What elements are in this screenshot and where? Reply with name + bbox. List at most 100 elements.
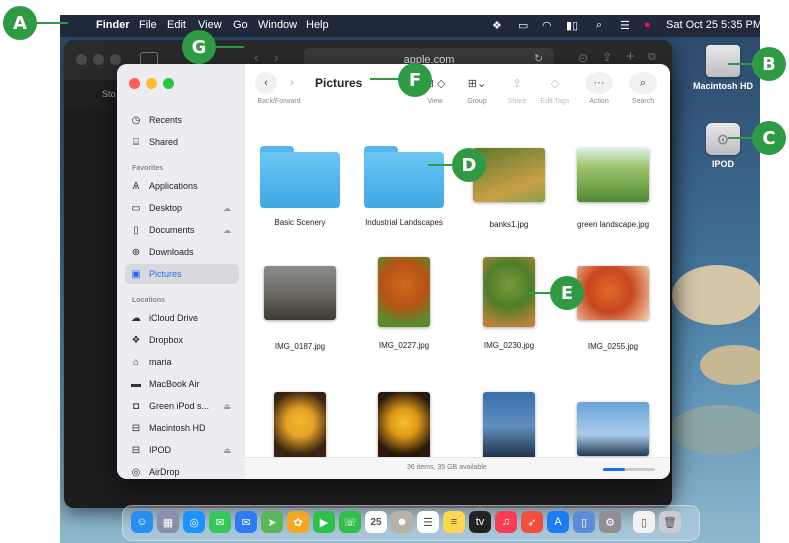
- menu-window[interactable]: Window: [258, 19, 297, 31]
- drive-icon: ⊟: [131, 444, 141, 456]
- file-item-pumpkin-1[interactable]: [354, 392, 454, 460]
- sidebar-item-recents[interactable]: ◷ Recents: [125, 110, 239, 130]
- rocket-icon[interactable]: ➶: [521, 511, 543, 533]
- system-settings-icon[interactable]: ⚙: [599, 511, 621, 533]
- icon-size-slider[interactable]: [603, 468, 655, 471]
- file-item-pumpkin-0[interactable]: [250, 392, 350, 460]
- edit-tags-button[interactable]: ◇: [541, 72, 569, 94]
- preview-icon[interactable]: ▯: [573, 511, 595, 533]
- documents-icon[interactable]: ▯: [633, 511, 655, 533]
- close-button[interactable]: [76, 54, 87, 65]
- app-store-icon[interactable]: A: [547, 511, 569, 533]
- sidebar-item-shared[interactable]: ⌸ Shared: [125, 132, 239, 152]
- new-tab-icon[interactable]: +: [626, 48, 635, 65]
- file-item-img-0255[interactable]: IMG_0255.jpg: [563, 266, 663, 351]
- spotlight-search-icon[interactable]: ⌕: [596, 19, 602, 32]
- finder-window[interactable]: ◷ Recents ⌸ Shared Favorites Ѧ Applications…: [117, 64, 670, 479]
- menu-help[interactable]: Help: [306, 19, 329, 31]
- eject-icon[interactable]: ⏏: [223, 446, 231, 455]
- control-center-icon[interactable]: ☰: [620, 19, 630, 32]
- sidebar-item-label: AirDrop: [149, 467, 180, 477]
- sidebar-item-icloud-drive[interactable]: ☁ iCloud Drive: [125, 308, 239, 328]
- sidebar-item-airdrop[interactable]: ◎ AirDrop: [125, 462, 239, 479]
- file-item-trees-dusk[interactable]: [459, 392, 559, 460]
- file-item-trees-sky[interactable]: [563, 402, 663, 456]
- file-item-img-0230[interactable]: IMG_0230.jpg: [459, 257, 559, 350]
- menu-edit[interactable]: Edit: [167, 19, 186, 31]
- desktop-icon-macintosh-hd[interactable]: Macintosh HD: [688, 45, 758, 91]
- file-item-img-0187[interactable]: IMG_0187.jpg: [250, 266, 350, 351]
- close-button[interactable]: [129, 78, 140, 89]
- finder-sidebar: ◷ Recents ⌸ Shared Favorites Ѧ Applications…: [117, 64, 246, 479]
- back-button[interactable]: ‹: [255, 72, 277, 94]
- sidebar-item-macintosh-hd[interactable]: ⊟ Macintosh HD: [125, 418, 239, 438]
- contacts-icon[interactable]: ☻: [391, 511, 413, 533]
- tab-overview-icon[interactable]: ⧉: [648, 51, 656, 64]
- sidebar-item-macbook-air[interactable]: ▬ MacBook Air: [125, 374, 239, 394]
- photos-icon[interactable]: ✿: [287, 511, 309, 533]
- sidebar-item-ipod[interactable]: ⊟ IPOD ⏏: [125, 440, 239, 460]
- mail-icon[interactable]: ✉: [235, 511, 257, 533]
- menubar-clock[interactable]: Sat Oct 25 5:35 PM: [666, 19, 760, 31]
- status-text: 36 items, 35 GB available: [407, 464, 487, 471]
- menu-go[interactable]: Go: [233, 19, 248, 31]
- wifi-icon[interactable]: ◠: [542, 19, 552, 32]
- download-icon[interactable]: ⊙: [578, 51, 588, 65]
- dropbox-status-icon[interactable]: ❖: [492, 19, 502, 32]
- launchpad-icon[interactable]: ▦: [157, 511, 179, 533]
- app-menu[interactable]: Finder: [96, 19, 130, 31]
- document-icon: ▯: [133, 224, 139, 236]
- sidebar-item-label: Documents: [149, 225, 195, 235]
- safari-back-icon[interactable]: ‹: [254, 49, 259, 65]
- file-item-img-0227[interactable]: IMG_0227.jpg: [354, 257, 454, 350]
- file-item-basic-scenery[interactable]: Basic Scenery: [250, 146, 350, 227]
- trash-icon[interactable]: 🗑: [659, 511, 681, 533]
- slider-fill: [603, 468, 625, 471]
- folder-icon: [364, 146, 444, 208]
- search-button[interactable]: ⌕: [629, 72, 657, 94]
- minimize-button[interactable]: [93, 54, 104, 65]
- phone-icon[interactable]: ☏: [339, 511, 361, 533]
- finder-icon[interactable]: ☺: [131, 511, 153, 533]
- facetime-icon[interactable]: ▶: [313, 511, 335, 533]
- menu-file[interactable]: File: [139, 19, 157, 31]
- minimize-button[interactable]: [146, 78, 157, 89]
- file-item-green-landscape[interactable]: green landscape.jpg: [563, 148, 663, 229]
- sidebar-item-downloads[interactable]: ⊕ Downloads: [125, 242, 239, 262]
- file-name: green landscape.jpg: [576, 220, 650, 229]
- messages-icon[interactable]: ✉: [209, 511, 231, 533]
- battery-icon[interactable]: ▮▯: [566, 19, 578, 32]
- callout-line: [214, 46, 244, 48]
- menu-view[interactable]: View: [198, 19, 222, 31]
- sidebar-item-pictures[interactable]: ▣ Pictures: [125, 264, 239, 284]
- store-link[interactable]: Sto: [102, 89, 116, 99]
- safari-icon[interactable]: ◎: [183, 511, 205, 533]
- reminders-icon[interactable]: ☰: [417, 511, 439, 533]
- screen-status-icon[interactable]: ▭: [518, 19, 528, 32]
- tv-icon[interactable]: tv: [469, 511, 491, 533]
- sidebar-item-documents[interactable]: ▯ Documents ☁: [125, 220, 239, 240]
- sidebar-item-desktop[interactable]: ▭ Desktop ☁: [125, 198, 239, 218]
- forward-button[interactable]: ›: [281, 72, 303, 94]
- file-item-industrial-landscapes[interactable]: Industrial Landscapes: [354, 146, 454, 227]
- sidebar-item-label: Downloads: [149, 247, 194, 257]
- share-icon[interactable]: ⇪: [602, 50, 612, 64]
- icloud-status-icon: ☁: [223, 225, 231, 235]
- safari-forward-icon[interactable]: ›: [274, 49, 279, 65]
- maps-icon[interactable]: ➤: [261, 511, 283, 533]
- music-icon[interactable]: ♫: [495, 511, 517, 533]
- sidebar-item-dropbox[interactable]: ❖ Dropbox: [125, 330, 239, 350]
- background-rock: [700, 345, 760, 385]
- share-button[interactable]: ⇪: [503, 72, 531, 94]
- sidebar-item-applications[interactable]: Ѧ Applications: [125, 176, 239, 196]
- siri-icon[interactable]: ●: [644, 19, 651, 31]
- sidebar-item-green-ipod[interactable]: ◘ Green iPod s... ⏏: [125, 396, 239, 416]
- action-button[interactable]: ···: [585, 72, 613, 94]
- notes-icon[interactable]: ≡: [443, 511, 465, 533]
- zoom-button[interactable]: [163, 78, 174, 89]
- group-button[interactable]: ⊞⌄: [460, 72, 494, 94]
- desktop-icon-ipod[interactable]: ⊙ IPOD: [688, 123, 758, 169]
- eject-icon[interactable]: ⏏: [223, 402, 231, 411]
- calendar-icon[interactable]: 25: [365, 511, 387, 533]
- sidebar-item-home[interactable]: ⌂ maria: [125, 352, 239, 372]
